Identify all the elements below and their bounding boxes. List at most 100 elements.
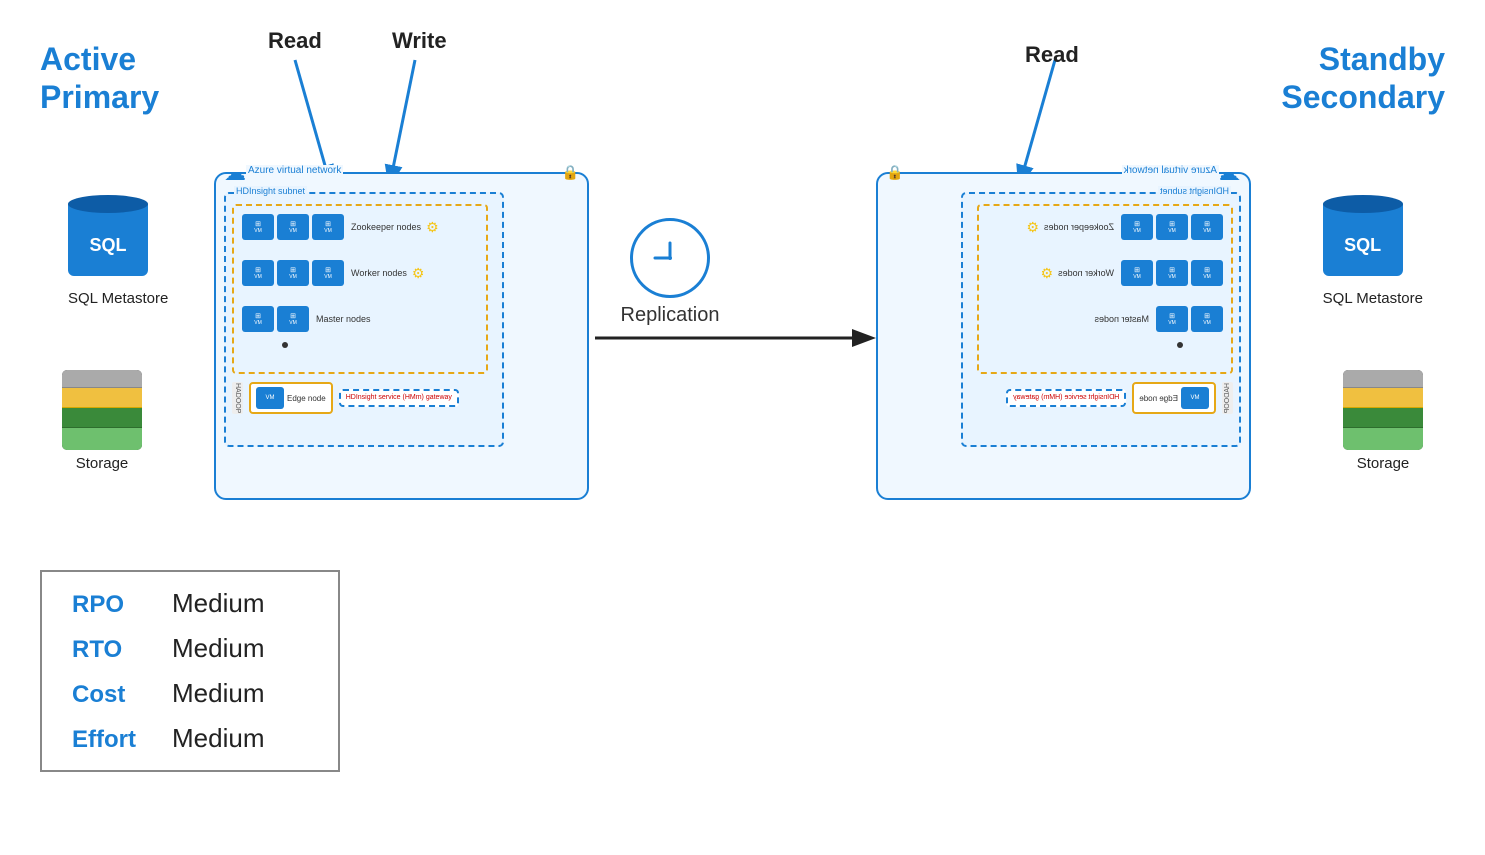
left-storage-icon xyxy=(62,370,142,450)
left-master-row: ⊞ VM ⊞ VM Master nodes xyxy=(242,306,371,332)
effort-key: Effort xyxy=(72,726,152,754)
edge-node-label-left: Edge node xyxy=(287,394,326,403)
dot-left xyxy=(282,342,288,348)
storage-layer-lightgreen-left xyxy=(62,428,142,450)
master-label-left: Master nodes xyxy=(316,314,371,324)
storage-layer-darkgreen-left xyxy=(62,408,142,428)
right-storage-icon xyxy=(1343,370,1423,450)
sql-body-right: SQL xyxy=(1323,204,1403,276)
left-zookeeper-row: ⊞ VM ⊞ VM ⊞ VM Zookeeper nodes ⚙ xyxy=(242,214,439,240)
left-yellow-box: ⊞ VM ⊞ VM ⊞ VM Zookeeper nodes ⚙ xyxy=(232,204,488,374)
storage-layer-gray-right xyxy=(1343,370,1423,388)
cost-row: Cost Medium xyxy=(72,678,308,709)
right-yellow-box: ⊞ MV ⊞ MV ⊞ MV Zookeeper nodes ⚙ xyxy=(977,204,1233,374)
storage-layer-yellow-left xyxy=(62,388,142,408)
storage-layer-gray-left xyxy=(62,370,142,388)
gateway-label-right: HDInsight service (HMm) gateway xyxy=(1013,394,1119,401)
gateway-label-left: HDInsight service (HMm) gateway xyxy=(346,394,452,401)
storage-layer-lightgreen-right xyxy=(1343,428,1423,450)
vm-zk-3: ⊞ VM xyxy=(312,214,344,240)
left-hdinsight-subnet: HDInsight subnet ⊞ VM ⊞ VM ⊞ xyxy=(224,192,504,447)
vm-rzk-2: ⊞ MV xyxy=(1156,214,1188,240)
right-zookeeper-row: ⊞ MV ⊞ MV ⊞ MV Zookeeper nodes ⚙ xyxy=(1026,214,1223,240)
right-bottom-row: HADOOP MV Edge node HDInsight service (H… xyxy=(1006,382,1233,414)
replication-label: Replication xyxy=(610,304,730,327)
vm-rms-1: ⊞ MV xyxy=(1191,306,1223,332)
left-subnet-label: HDInsight subnet xyxy=(234,186,307,196)
left-worker-row: ⊞ VM ⊞ VM ⊞ VM Worker nodes ⚙ xyxy=(242,260,424,286)
page-container: Active Primary Standby Secondary Read Wr… xyxy=(0,0,1485,855)
right-sql-metastore-wrapper: SQL SQL Metastore xyxy=(1323,195,1423,307)
active-primary-label: Active Primary xyxy=(40,40,159,117)
right-sql-cylinder: SQL xyxy=(1323,195,1403,285)
right-storage-wrapper: Storage xyxy=(1343,370,1423,472)
sql-top-cap-left xyxy=(68,195,148,213)
lock-icon-left: 🔒 xyxy=(562,164,579,181)
vm-wk-3: ⊞ VM xyxy=(312,260,344,286)
left-storage-label: Storage xyxy=(62,455,142,472)
rpo-row: RPO Medium xyxy=(72,588,308,619)
cost-value: Medium xyxy=(172,678,264,709)
right-sql-label: SQL Metastore xyxy=(1323,290,1423,307)
right-subnet-label: HDInsight subnet xyxy=(1158,186,1231,196)
write-arrow xyxy=(390,60,415,183)
left-sql-label: SQL Metastore xyxy=(68,290,168,307)
vm-wk-2: ⊞ VM xyxy=(277,260,309,286)
right-worker-row: ⊞ MV ⊞ MV ⊞ MV Worker nodes ⚙ xyxy=(1041,260,1223,286)
left-edge-node: VM Edge node xyxy=(249,382,333,414)
zookeeper-label-left: Zookeeper nodes xyxy=(351,222,421,232)
vm-ms-2: ⊞ VM xyxy=(277,306,309,332)
clock-circle xyxy=(630,218,710,298)
rto-key: RTO xyxy=(72,636,152,664)
vm-zk-2: ⊞ VM xyxy=(277,214,309,240)
sql-text-right: SQL xyxy=(1344,235,1381,256)
effort-value: Medium xyxy=(172,723,264,754)
vm-rms-2: ⊞ MV xyxy=(1156,306,1188,332)
effort-row: Effort Medium xyxy=(72,723,308,754)
hadoop-badge-left: HADOOP xyxy=(232,382,243,414)
left-bottom-row: HADOOP VM Edge node HDInsight service (H… xyxy=(232,382,459,414)
right-master-row: ⊞ MV ⊞ MV Master nodes xyxy=(1094,306,1223,332)
lock-icon-right: 🔒 xyxy=(886,164,903,181)
sql-body-left: SQL xyxy=(68,204,148,276)
vm-ms-1: ⊞ VM xyxy=(242,306,274,332)
hadoop-badge-right: HADOOP xyxy=(1222,382,1233,414)
left-storage-wrapper: Storage xyxy=(62,370,142,472)
read-label-right: Read xyxy=(1025,42,1079,68)
replication-area: Replication xyxy=(610,218,730,327)
left-gateway: HDInsight service (HMm) gateway xyxy=(339,389,459,407)
left-azure-vnet: ☁ Azure virtual network 🔒 HDInsight subn… xyxy=(214,172,589,500)
right-storage-label: Storage xyxy=(1343,455,1423,472)
right-azure-vnet: ☁ Azure virtual network 🔒 HDInsight subn… xyxy=(876,172,1251,500)
sql-top-cap-right xyxy=(1323,195,1403,213)
write-label: Write xyxy=(392,28,447,54)
cloud-icon-left: ☁ xyxy=(224,160,246,186)
gear-wk-right: ⚙ xyxy=(1041,265,1054,282)
vm-wk-1: ⊞ VM xyxy=(242,260,274,286)
vm-zk-1: ⊞ VM xyxy=(242,214,274,240)
rpo-key: RPO xyxy=(72,591,152,619)
left-sql-metastore-wrapper: SQL SQL Metastore xyxy=(68,195,168,307)
right-hdinsight-subnet: HDInsight subnet ⊞ MV ⊞ MV ⊞ MV xyxy=(961,192,1241,447)
gear-wk-left: ⚙ xyxy=(412,265,425,282)
worker-label-left: Worker nodes xyxy=(351,268,407,278)
read-arrow-right xyxy=(1020,60,1055,183)
edge-node-label-right: Edge node xyxy=(1139,394,1178,403)
storage-layer-darkgreen-right xyxy=(1343,408,1423,428)
storage-layer-yellow-right xyxy=(1343,388,1423,408)
left-sql-cylinder: SQL xyxy=(68,195,148,285)
right-vnet-label: Azure virtual network xyxy=(1122,165,1219,176)
gear-zk-left: ⚙ xyxy=(426,219,439,236)
right-gateway: HDInsight service (HMm) gateway xyxy=(1006,389,1126,407)
vm-edge-left: VM xyxy=(256,387,284,409)
standby-secondary-label: Standby Secondary xyxy=(1281,40,1445,117)
metrics-table: RPO Medium RTO Medium Cost Medium Effort… xyxy=(40,570,340,772)
vm-rwk-1: ⊞ MV xyxy=(1191,260,1223,286)
zookeeper-label-right: Zookeeper nodes xyxy=(1044,222,1114,232)
dot-right xyxy=(1177,342,1183,348)
right-edge-node: MV Edge node xyxy=(1132,382,1216,414)
clock-svg xyxy=(645,233,695,283)
read-label-left: Read xyxy=(268,28,322,54)
worker-label-right: Worker nodes xyxy=(1058,268,1114,278)
cost-key: Cost xyxy=(72,681,152,709)
